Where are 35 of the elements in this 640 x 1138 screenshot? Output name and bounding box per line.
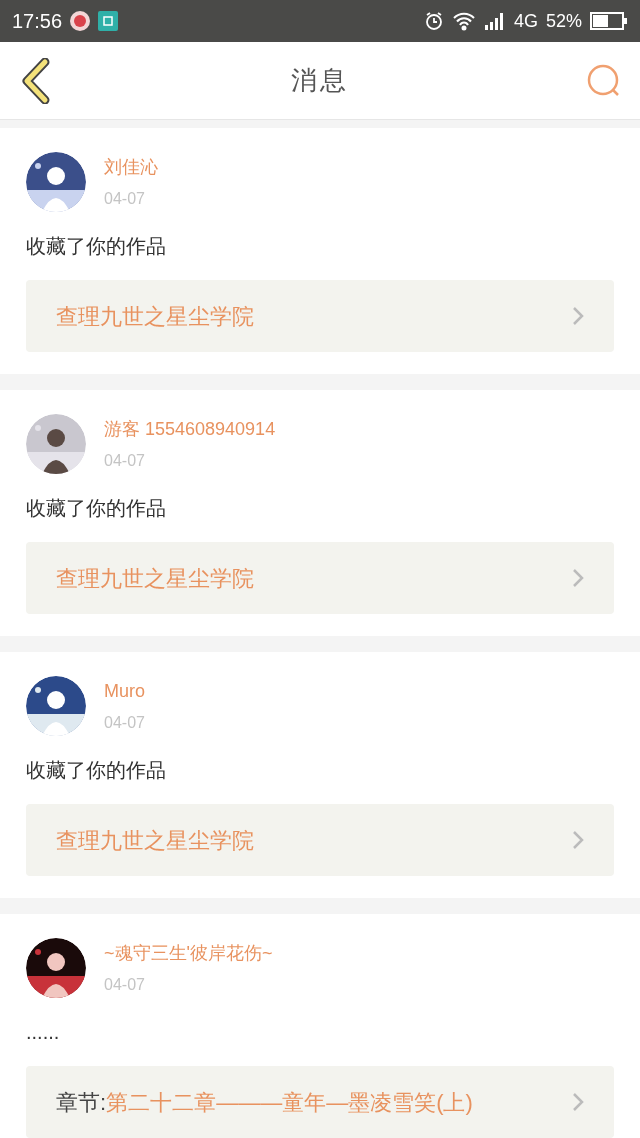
message-date: 04-07	[104, 188, 146, 209]
work-link[interactable]: 查理九世之星尘学院	[26, 804, 614, 876]
work-link[interactable]: 章节:第二十二章———童年—墨凌雪笑(上)	[26, 1066, 614, 1138]
signal-icon	[483, 11, 506, 31]
message-text: 收藏了你的作品	[26, 234, 167, 259]
user-name[interactable]: 游客 1554608940914	[104, 415, 276, 443]
user-name[interactable]: ~魂守三生'彼岸花伤~	[104, 939, 273, 967]
avatar	[26, 676, 86, 736]
message-text: ......	[26, 1020, 61, 1045]
avatar	[26, 152, 86, 212]
work-link[interactable]: 查理九世之星尘学院	[26, 280, 614, 352]
page-title: 消息	[291, 64, 349, 97]
chevron-right-icon	[572, 1092, 584, 1112]
back-icon	[21, 57, 51, 104]
network-type: 4G	[513, 9, 538, 33]
scan-app-icon	[98, 11, 119, 31]
avatar	[26, 414, 86, 474]
message-date: 04-07	[104, 712, 145, 733]
battery-icon	[590, 12, 628, 30]
chevron-right-icon	[572, 306, 584, 326]
avatar	[26, 938, 86, 998]
user-name[interactable]: Muro	[104, 677, 145, 705]
battery-percent: 52%	[545, 9, 582, 33]
message-date: 04-07	[104, 450, 146, 471]
message-text: 收藏了你的作品	[26, 758, 167, 783]
message-text: 收藏了你的作品	[26, 496, 167, 521]
alarm-icon	[423, 11, 444, 31]
flower-app-icon	[70, 11, 91, 31]
chevron-right-icon	[572, 568, 584, 588]
status-time: 17:56	[12, 9, 63, 34]
message-date: 04-07	[104, 974, 146, 995]
work-link[interactable]: 查理九世之星尘学院	[26, 542, 614, 614]
wifi-icon	[451, 11, 476, 31]
chevron-right-icon	[572, 830, 584, 850]
user-name[interactable]: 刘佳沁	[104, 153, 158, 181]
